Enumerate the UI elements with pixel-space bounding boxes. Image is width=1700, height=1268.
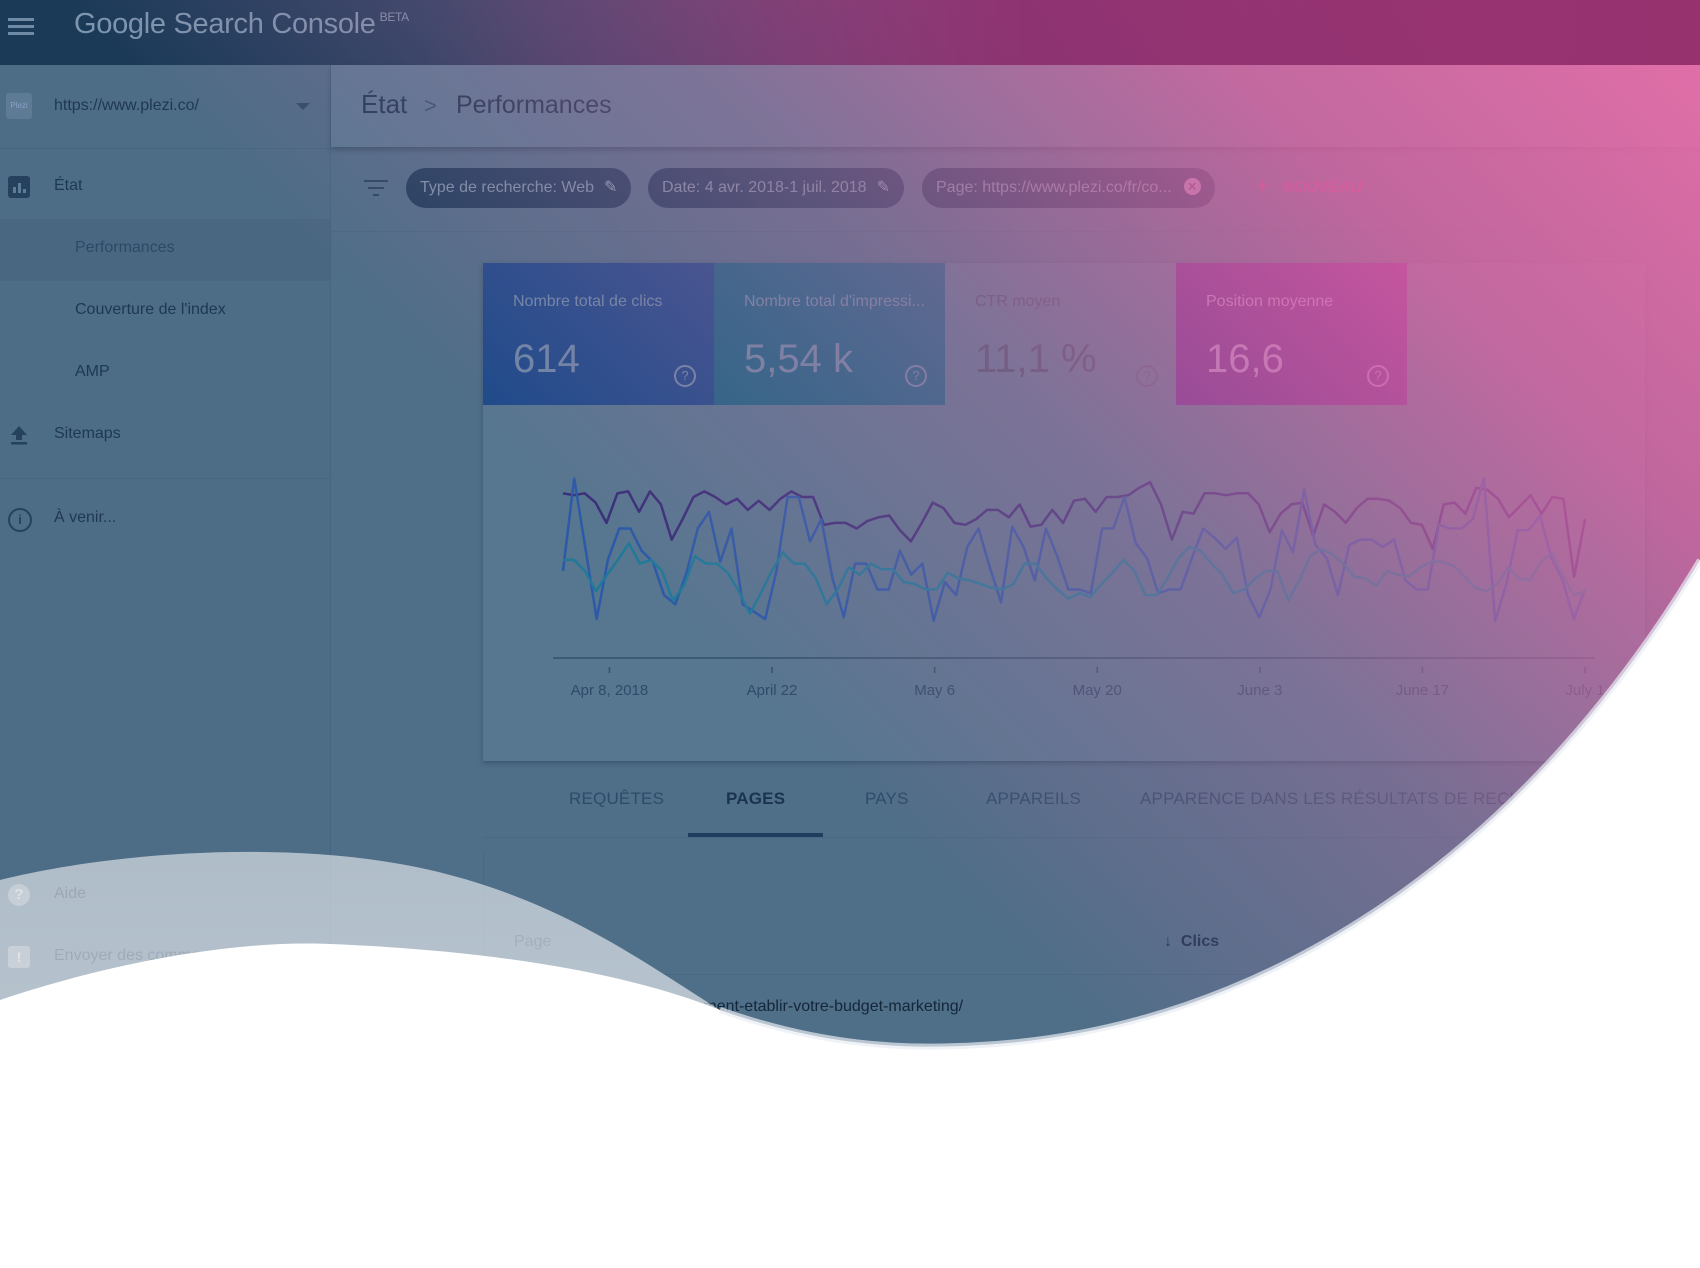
sidebar-item-index-coverage[interactable]: Couverture de l'index: [0, 281, 330, 343]
sidebar-item-coming-soon[interactable]: i À venir...: [0, 489, 330, 551]
column-header-label: Clics: [1180, 933, 1220, 950]
sidebar-item-sitemaps[interactable]: Sitemaps: [0, 405, 330, 467]
breadcrumb-parent[interactable]: État: [361, 89, 407, 120]
chip-label: Type de recherche: Web: [420, 179, 595, 196]
metric-value: 5,54 k: [744, 337, 853, 381]
dropdown-caret-icon: [296, 103, 310, 110]
feedback-icon: !: [8, 946, 30, 968]
tab-countries[interactable]: PAYS: [865, 789, 909, 809]
x-tick-label: April 22: [747, 682, 798, 699]
tab-pages[interactable]: PAGES: [726, 789, 785, 809]
metric-label: Nombre total de clics: [513, 293, 663, 310]
upload-icon: [8, 424, 30, 446]
sidebar-item-label: Envoyer des commentaires: [54, 947, 248, 964]
metric-label: CTR moyen: [975, 293, 1061, 310]
tab-queries[interactable]: REQUÊTES: [569, 789, 664, 809]
sidebar-divider: [0, 478, 330, 479]
sidebar-item-label: AMP: [75, 363, 110, 380]
table-row-page-url[interactable]: https://www.plezi.co/fr/comment-etablir-…: [514, 998, 963, 1016]
help-icon[interactable]: ?: [1136, 365, 1158, 387]
property-url: https://www.plezi.co/: [54, 97, 199, 114]
x-tick-label: May 6: [914, 682, 955, 699]
brand-name: Google Search Console: [74, 8, 376, 40]
sidebar-item-label: Aide: [54, 885, 87, 902]
metric-value: 614: [513, 337, 580, 381]
filter-chip-date[interactable]: Date: 4 avr. 2018-1 juil. 2018 ✎: [648, 168, 904, 208]
sidebar: Plezi https://www.plezi.co/ État Perform…: [0, 65, 331, 1268]
x-axis-ticks: Apr 8, 2018 April 22 May 6 May 20 June 3 June…: [571, 667, 1605, 699]
search-console-app: Google Search Console BETA ? Plezi https:…: [0, 0, 1700, 1268]
column-header-page[interactable]: Page: [514, 933, 551, 951]
property-selector[interactable]: Plezi https://www.plezi.co/: [0, 65, 330, 149]
dimension-tabs: REQUÊTES PAGES PAYS APPAREILS APPARENCE …: [483, 775, 1645, 838]
plus-icon: +: [1255, 171, 1271, 201]
new-filter-button[interactable]: + NOUVEAU: [1255, 168, 1362, 208]
sidebar-item-label: Couverture de l'index: [75, 301, 226, 318]
hamburger-menu-icon[interactable]: [8, 14, 34, 40]
bar-chart-icon: [8, 176, 30, 198]
x-tick-label: May 20: [1073, 682, 1122, 699]
metric-label: Nombre total d'impressi...: [744, 293, 925, 310]
filter-bar: Type de recherche: Web ✎ Date: 4 avr. 201…: [331, 147, 1700, 232]
beta-badge: BETA: [379, 10, 410, 24]
help-icon[interactable]: ?: [674, 365, 696, 387]
metric-label: Position moyenne: [1206, 293, 1334, 310]
top-app-bar: Google Search Console BETA ?: [0, 0, 1700, 65]
app-title[interactable]: Google Search Console BETA: [74, 8, 409, 41]
sidebar-item-performances[interactable]: Performances: [0, 219, 330, 281]
x-tick-label: June 17: [1396, 682, 1449, 699]
metric-total-impressions[interactable]: Nombre total d'impressi... 5,54 k ?: [714, 263, 945, 405]
header-divider: [484, 974, 1646, 975]
active-tab-indicator: [688, 833, 823, 837]
account-avatar[interactable]: [1690, 10, 1700, 46]
metric-value: 11,1 %: [975, 337, 1097, 381]
series-line-2[interactable]: [563, 542, 1586, 615]
sidebar-item-label: Performances: [75, 239, 175, 256]
chip-label: Date: 4 avr. 2018-1 juil. 2018: [662, 179, 867, 196]
new-filter-label: NOUVEAU: [1282, 179, 1363, 197]
chip-label: Page: https://www.plezi.co/fr/co...: [936, 179, 1172, 196]
sort-arrow-down-icon: ↓: [1164, 933, 1172, 950]
metric-value: 16,6: [1206, 337, 1284, 381]
sidebar-item-amp[interactable]: AMP: [0, 343, 330, 405]
sidebar-item-label: Sitemaps: [54, 425, 121, 442]
performance-line-chart[interactable]: Apr 8, 2018 April 22 May 6 May 20 June 3 June…: [483, 405, 1645, 761]
page-title: Performances: [456, 91, 612, 119]
tab-search-appearance[interactable]: APPARENCE DANS LES RÉSULTATS DE RECHERCH…: [1140, 789, 1582, 809]
help-icon[interactable]: ?: [1367, 365, 1389, 387]
sidebar-item-label: État: [54, 177, 83, 194]
filter-icon[interactable]: [364, 180, 388, 201]
metric-average-position[interactable]: Position moyenne 16,6 ?: [1176, 263, 1407, 405]
filter-chip-page[interactable]: Page: https://www.plezi.co/fr/co... ✕: [922, 168, 1215, 208]
column-header-clicks[interactable]: ↓ Clics: [1164, 933, 1219, 951]
pages-table: Page ↓ Clics https://www.plezi.co/fr/com…: [483, 853, 1646, 1153]
property-favicon: Plezi: [6, 93, 32, 119]
x-tick-label: Apr 8, 2018: [571, 682, 649, 699]
apps-grid-icon[interactable]: [1636, 14, 1658, 36]
info-icon: i: [8, 508, 32, 532]
remove-circle-icon[interactable]: ✕: [1183, 178, 1201, 196]
sidebar-item-label: À venir...: [54, 509, 117, 526]
chart-series-group: [561, 477, 1587, 623]
main-content: État > Performances Type de recherche: W…: [331, 65, 1700, 1268]
help-circle-icon[interactable]: ?: [1533, 12, 1559, 38]
help-icon[interactable]: ?: [905, 365, 927, 387]
breadcrumb: État > Performances: [331, 65, 1700, 147]
x-tick-label: June 3: [1237, 682, 1282, 699]
help-icon: ?: [8, 884, 30, 906]
filter-chip-search-type[interactable]: Type de recherche: Web ✎: [406, 168, 632, 208]
edit-pencil-icon[interactable]: ✎: [604, 168, 617, 208]
metric-total-clicks[interactable]: Nombre total de clics 614 ?: [483, 263, 714, 405]
edit-pencil-icon[interactable]: ✎: [877, 168, 890, 208]
chevron-right-icon: >: [424, 93, 437, 118]
tab-devices[interactable]: APPAREILS: [986, 789, 1081, 809]
sidebar-item-help[interactable]: ? Aide: [0, 865, 330, 927]
performance-card: Nombre total de clics 614 ? Nombre total…: [483, 263, 1645, 761]
x-tick-label: July 1: [1565, 682, 1604, 699]
sidebar-item-feedback[interactable]: ! Envoyer des commentaires: [0, 927, 330, 989]
metric-average-ctr[interactable]: CTR moyen 11,1 % ?: [945, 263, 1176, 405]
sidebar-item-etat[interactable]: État: [0, 157, 330, 219]
